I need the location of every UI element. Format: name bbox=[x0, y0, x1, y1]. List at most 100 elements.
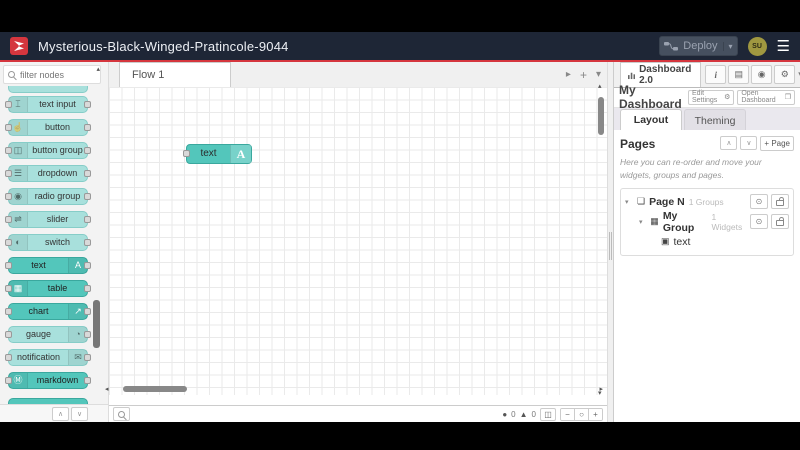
edit-settings-button[interactable]: Edit Settings ⚙ bbox=[688, 89, 735, 105]
palette-node-label: markdown bbox=[36, 375, 79, 385]
palette-scrollbar[interactable]: ▴ ▾ bbox=[93, 66, 100, 418]
warning-count: 0 bbox=[531, 409, 536, 419]
debug-bug-icon[interactable]: ◉ bbox=[751, 65, 773, 84]
visibility-eye-icon[interactable]: ⊙ bbox=[750, 214, 768, 229]
deploy-label: Deploy bbox=[683, 40, 718, 52]
visibility-eye-icon[interactable]: ⊙ bbox=[750, 194, 768, 209]
palette-filter-input[interactable] bbox=[18, 68, 90, 81]
palette-node-partial[interactable] bbox=[8, 86, 88, 93]
config-gear-icon[interactable]: ⚙ bbox=[774, 65, 796, 84]
palette-node-gauge[interactable]: ◔ gauge bbox=[5, 326, 91, 343]
lock-icon[interactable] bbox=[771, 214, 789, 229]
palette-node-label: table bbox=[47, 283, 68, 293]
deploy-nodes-icon bbox=[664, 41, 679, 50]
scroll-up-icon[interactable]: ▴ bbox=[598, 83, 602, 90]
tree-row-group[interactable]: ▾ ▦ My Group 1 Widgets ⊙ bbox=[625, 210, 789, 234]
tree-row-page[interactable]: ▾ ❏ Page N 1 Groups ⊙ bbox=[625, 192, 789, 212]
palette-footer: ∧ ∨ bbox=[0, 404, 108, 422]
tab-scroll-right-icon[interactable]: ▸ bbox=[566, 69, 571, 80]
image-icon: ▣ bbox=[661, 236, 670, 246]
palette-node-button-group[interactable]: ◫ button group bbox=[5, 142, 91, 159]
collapse-categories-button[interactable]: ∧ bbox=[52, 406, 69, 421]
scroll-left-icon[interactable]: ◂ bbox=[105, 386, 109, 393]
palette-node-switch[interactable]: ◐ switch bbox=[5, 234, 91, 251]
palette-node-slider[interactable]: ⇌ slider bbox=[5, 211, 91, 228]
palette-search[interactable] bbox=[3, 65, 101, 84]
deploy-caret-icon[interactable]: ▾ bbox=[722, 41, 733, 51]
canvas-vertical-scrollbar[interactable]: ▴ ▾ bbox=[597, 83, 605, 397]
tab-theming[interactable]: Theming bbox=[684, 109, 746, 131]
canvas-node-text[interactable]: text A bbox=[183, 144, 252, 164]
tab-flow-1[interactable]: Flow 1 bbox=[119, 62, 231, 87]
tree-row-widget[interactable]: ▣ text bbox=[625, 232, 789, 252]
node-input-port[interactable] bbox=[183, 150, 190, 157]
add-page-button[interactable]: + Page bbox=[760, 136, 794, 151]
node-output-port bbox=[84, 354, 91, 361]
scroll-right-icon[interactable]: ▸ bbox=[599, 386, 603, 393]
deploy-button[interactable]: Deploy ▾ bbox=[659, 36, 738, 56]
help-book-icon[interactable]: ▤ bbox=[728, 65, 750, 84]
palette-node-text-input[interactable]: ⌶ text input bbox=[5, 96, 91, 113]
warning-icon[interactable]: ▲ bbox=[520, 410, 528, 419]
palette-node-label: button group bbox=[32, 145, 83, 155]
node-output-port bbox=[84, 101, 91, 108]
screen: Mysterious-Black-Winged-Pratincole-9044 … bbox=[0, 0, 800, 450]
palette-node-table[interactable]: ▦ table bbox=[5, 280, 91, 297]
info-icon[interactable]: i bbox=[705, 65, 727, 84]
scrollbar-thumb[interactable] bbox=[598, 97, 604, 135]
lock-glyph bbox=[776, 217, 784, 226]
node-output-port bbox=[84, 262, 91, 269]
zoom-out-button[interactable]: − bbox=[561, 408, 574, 420]
collapse-caret-icon[interactable]: ▾ bbox=[625, 198, 633, 206]
node-input-port bbox=[5, 193, 12, 200]
flow-tabbar: Flow 1 ▸ + ▾ bbox=[109, 62, 607, 88]
widget-label: text bbox=[673, 235, 691, 248]
node-output-port bbox=[84, 170, 91, 177]
scrollbar-thumb[interactable] bbox=[93, 300, 100, 348]
error-icon[interactable]: ● bbox=[502, 410, 507, 419]
palette-node-text[interactable]: Atext bbox=[5, 257, 91, 274]
canvas-horizontal-scrollbar[interactable]: ◂ ▸ bbox=[105, 385, 603, 393]
zoom-in-button[interactable]: + bbox=[588, 408, 602, 420]
sidebar-resize-handle[interactable] bbox=[607, 62, 614, 422]
collapse-caret-icon[interactable]: ▾ bbox=[639, 218, 646, 226]
node-input-port bbox=[5, 354, 12, 361]
node-input-port bbox=[5, 170, 12, 177]
expand-categories-button[interactable]: ∨ bbox=[71, 406, 88, 421]
canvas-search-button[interactable] bbox=[113, 407, 130, 421]
palette-node-notification[interactable]: ✉ notification bbox=[5, 349, 91, 366]
pages-panel: Pages ∧ ∨ + Page Here you can re-order a… bbox=[614, 130, 800, 422]
open-dashboard-button[interactable]: Open Dashboard ❐ bbox=[737, 89, 795, 105]
palette-node-label: chart bbox=[28, 306, 49, 316]
scroll-up-icon[interactable]: ▴ bbox=[96, 66, 100, 73]
page-meta: 1 Groups bbox=[688, 196, 724, 207]
palette-node-markdown[interactable]: Ⓜmarkdown bbox=[5, 372, 91, 389]
dashboard-header-row: My Dashboard Edit Settings ⚙ Open Dashbo… bbox=[614, 83, 800, 111]
node-red-editor: Mysterious-Black-Winged-Pratincole-9044 … bbox=[0, 32, 800, 422]
add-flow-button[interactable]: + bbox=[580, 68, 587, 82]
zoom-reset-button[interactable]: ○ bbox=[574, 408, 588, 420]
palette-node-chart[interactable]: ↗ chart bbox=[5, 303, 91, 320]
main-menu-icon[interactable]: ☰ bbox=[777, 39, 790, 54]
group-grid-icon: ▦ bbox=[650, 216, 659, 226]
palette-node-button[interactable]: ☝ button bbox=[5, 119, 91, 136]
node-output-port bbox=[84, 124, 91, 131]
user-avatar[interactable]: SU bbox=[747, 36, 767, 56]
node-output-port bbox=[84, 331, 91, 338]
flow-list-caret-icon[interactable]: ▾ bbox=[596, 69, 601, 80]
page-label: Page N bbox=[649, 195, 685, 208]
app-logo-icon bbox=[10, 37, 28, 55]
scrollbar-thumb[interactable] bbox=[123, 386, 187, 392]
palette-node-radio-group[interactable]: ◉ radio group bbox=[5, 188, 91, 205]
flow-canvas[interactable]: text A bbox=[109, 87, 607, 395]
node-output-port bbox=[84, 377, 91, 384]
move-down-button[interactable]: ∨ bbox=[740, 136, 758, 150]
move-up-button[interactable]: ∧ bbox=[720, 136, 738, 150]
palette-node-dropdown[interactable]: ☰ dropdown bbox=[5, 165, 91, 182]
navigator-toggle-icon[interactable]: ◫ bbox=[540, 407, 556, 421]
lock-icon[interactable] bbox=[771, 194, 789, 209]
node-output-port bbox=[84, 193, 91, 200]
tab-layout[interactable]: Layout bbox=[620, 109, 682, 131]
dashboard-title: My Dashboard bbox=[619, 83, 682, 111]
right-sidebar: Dashboard 2.0 i ▤ ◉ ⚙ ▾ My Dashboard Edi… bbox=[614, 62, 800, 422]
